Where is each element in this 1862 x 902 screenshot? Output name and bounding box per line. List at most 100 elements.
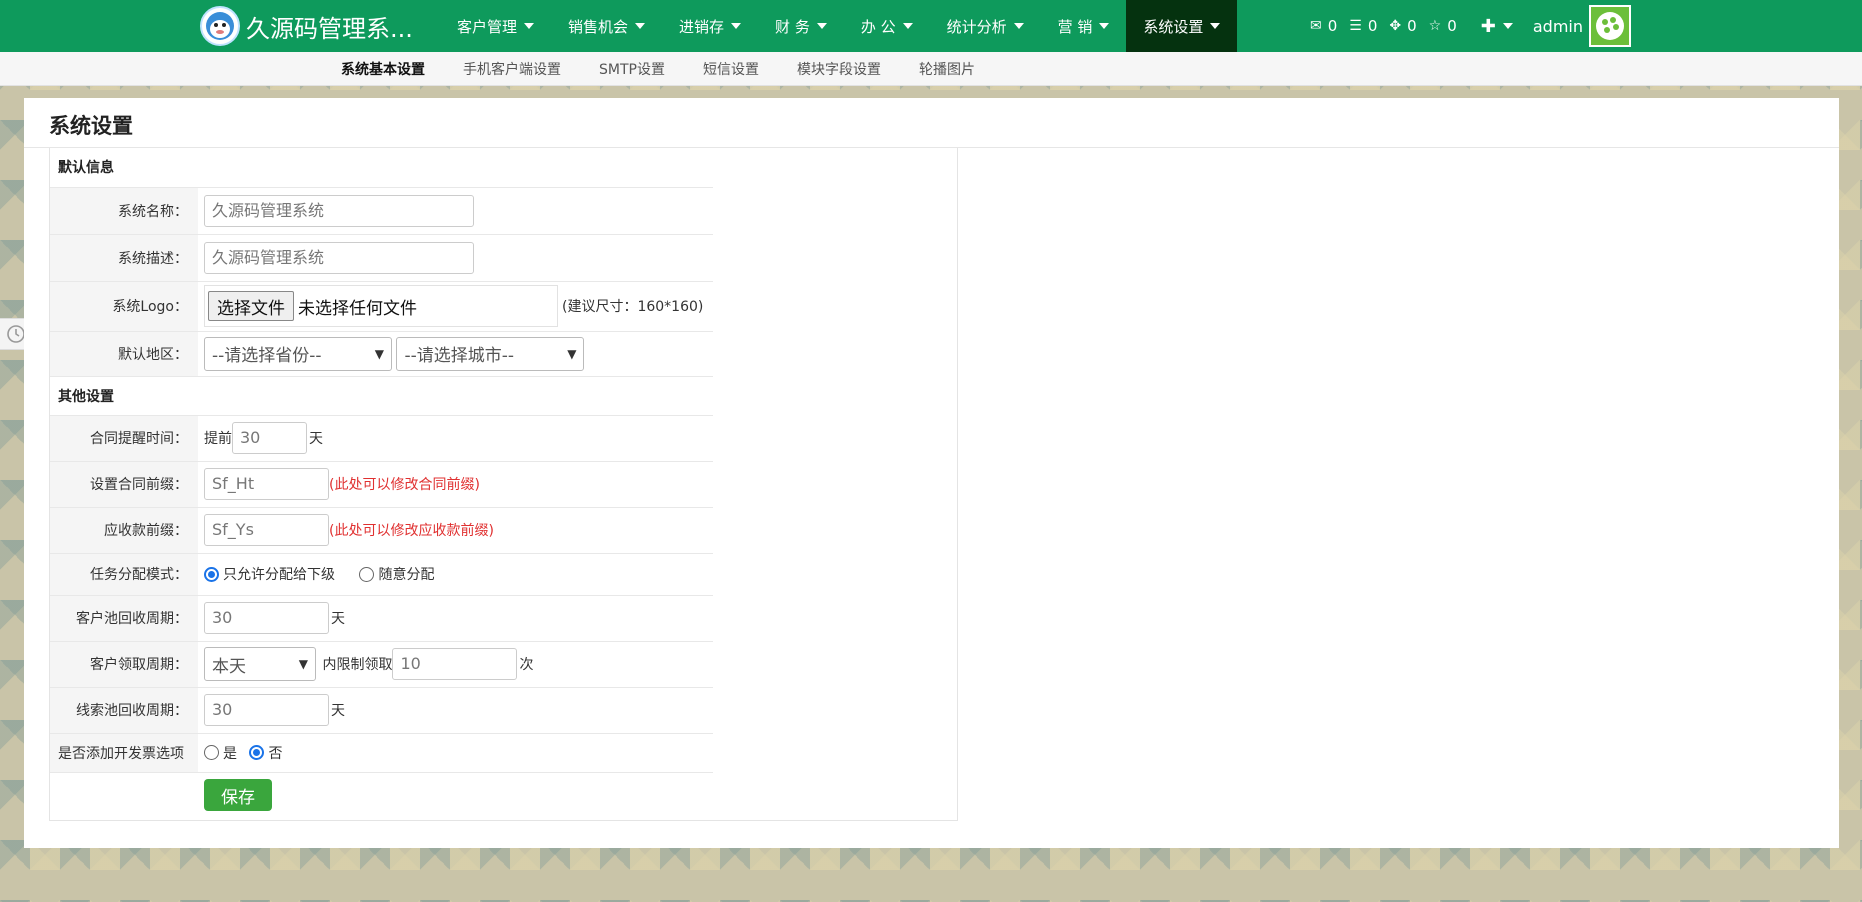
nav-right: ✉ 0 ☰ 0 ✥ 0 ☆ 0 ✚ admin <box>1310 0 1632 52</box>
row-lead-cycle: 线索池回收周期： 30 天 <box>50 687 713 734</box>
menu-label: 客户管理 <box>457 17 518 36</box>
caret-down-icon <box>1502 23 1513 29</box>
menu-label: 营 销 <box>1057 17 1093 36</box>
claim-limit-label: 内限制领取 <box>322 657 393 673</box>
menu-label: 销售机会 <box>568 17 629 36</box>
tab-sms-settings[interactable]: 短信设置 <box>684 52 778 86</box>
lead-cycle-input[interactable]: 30 <box>204 694 329 726</box>
caret-down-icon <box>902 23 913 29</box>
field-label: 客户池回收周期： <box>50 595 198 642</box>
stat-count: 0 <box>1447 17 1457 35</box>
radio-label: 随意分配 <box>378 567 435 583</box>
remind-days-input[interactable]: 30 <box>232 422 307 454</box>
tasks-stat[interactable]: ☰ 0 <box>1349 17 1377 35</box>
row-pool-cycle: 客户池回收周期： 30 天 <box>50 595 713 642</box>
receivable-prefix-input[interactable]: Sf_Ys <box>204 514 329 546</box>
row-invoice-option: 是否添加开发票选项 是 否 <box>50 733 713 773</box>
system-desc-input[interactable]: 久源码管理系统 <box>204 241 474 274</box>
receivable-prefix-note: (此处可以修改应收款前缀) <box>329 523 494 539</box>
menu-office[interactable]: 办 公 <box>844 0 930 52</box>
tab-carousel-images[interactable]: 轮播图片 <box>900 52 994 86</box>
page-title: 系统设置 <box>49 114 133 138</box>
caret-down-icon <box>1210 23 1221 29</box>
menu-finance[interactable]: 财 务 <box>758 0 844 52</box>
menu-opportunity[interactable]: 销售机会 <box>551 0 662 52</box>
section-heading: 默认信息 <box>50 148 713 188</box>
field-label: 是否添加开发票选项 <box>50 733 198 773</box>
task-mode-radio-any[interactable] <box>359 566 375 582</box>
row-system-desc: 系统描述： 久源码管理系统 <box>50 234 713 282</box>
caret-down-icon <box>731 23 742 29</box>
city-select[interactable]: --请选择城市-- ▼ <box>396 336 585 371</box>
claim-period-value: 本天 <box>212 656 246 677</box>
claim-period-select[interactable]: 本天 ▼ <box>204 647 316 681</box>
remind-prefix: 提前 <box>204 431 232 447</box>
invoice-radio-yes[interactable] <box>204 745 219 760</box>
save-button[interactable]: 保存 <box>204 779 272 812</box>
caret-down-icon <box>1013 23 1024 29</box>
brand[interactable]: 久源码管理系... <box>200 5 413 47</box>
row-claim-cycle: 客户领取周期： 本天 ▼ 内限制领取 10 次 <box>50 641 713 688</box>
row-region: 默认地区： --请选择省份-- ▼ --请选择城市-- ▼ <box>50 331 713 377</box>
pool-cycle-input[interactable]: 30 <box>204 602 329 634</box>
row-contract-prefix: 设置合同前缀： Sf_Ht (此处可以修改合同前缀) <box>50 461 713 508</box>
system-name-input[interactable]: 久源码管理系统 <box>204 194 474 227</box>
field-label: 系统描述： <box>50 234 198 282</box>
quick-add-button[interactable]: ✚ <box>1481 16 1513 37</box>
settings-panel: 系统设置 默认信息 系统名称： 久源码管理系统 系统描述： 久源码管理系统 系统… <box>24 98 1839 848</box>
radio-label: 只允许分配给下级 <box>223 567 335 583</box>
stat-count: 0 <box>1367 17 1378 35</box>
contract-prefix-note: (此处可以修改合同前缀) <box>329 477 480 493</box>
tasks-icon: ☰ <box>1349 18 1362 34</box>
menu-label: 财 务 <box>775 17 810 36</box>
unit-label: 天 <box>309 431 323 447</box>
province-select[interactable]: --请选择省份-- ▼ <box>204 336 392 371</box>
chevron-down-icon: ▼ <box>298 657 308 671</box>
field-label: 合同提醒时间： <box>50 415 198 462</box>
username[interactable]: admin <box>1533 17 1583 36</box>
settings-form: 默认信息 系统名称： 久源码管理系统 系统描述： 久源码管理系统 系统Logo：… <box>49 148 958 821</box>
menu-marketing[interactable]: 营 销 <box>1041 0 1127 52</box>
logo-file-input[interactable]: 选择文件 未选择任何文件 <box>204 285 558 327</box>
avatar[interactable] <box>1589 5 1632 47</box>
province-value: --请选择省份-- <box>212 346 322 366</box>
field-label: 线索池回收周期： <box>50 687 198 734</box>
chevron-down-icon: ▼ <box>374 346 384 361</box>
stat-count: 0 <box>1407 17 1417 35</box>
tab-smtp-settings[interactable]: SMTP设置 <box>580 52 684 86</box>
targets-stat[interactable]: ✥ 0 <box>1389 17 1416 35</box>
invoice-radio-no[interactable] <box>249 745 265 760</box>
unit-label: 天 <box>331 703 345 719</box>
tab-mobile-settings[interactable]: 手机客户端设置 <box>444 52 580 86</box>
empty-cell <box>50 772 198 818</box>
menu-inventory[interactable]: 进销存 <box>662 0 758 52</box>
city-value: --请选择城市-- <box>404 346 514 366</box>
field-label: 应收款前缀： <box>50 507 198 554</box>
menu-statistics[interactable]: 统计分析 <box>930 0 1041 52</box>
caret-down-icon <box>1099 23 1110 29</box>
row-receivable-prefix: 应收款前缀： Sf_Ys (此处可以修改应收款前缀) <box>50 507 713 554</box>
task-mode-radio-subordinate[interactable] <box>204 566 219 582</box>
contract-prefix-input[interactable]: Sf_Ht <box>204 468 329 500</box>
section-heading: 其他设置 <box>50 376 713 416</box>
caret-down-icon <box>524 23 535 29</box>
menu-system-settings[interactable]: 系统设置 <box>1126 0 1238 52</box>
choose-file-button[interactable]: 选择文件 <box>208 291 294 321</box>
tab-module-fields[interactable]: 模块字段设置 <box>778 52 900 86</box>
subnav-items: 系统基本设置 手机客户端设置 SMTP设置 短信设置 模块字段设置 轮播图片 <box>322 52 994 86</box>
field-label: 默认地区： <box>50 331 198 377</box>
field-label: 客户领取周期： <box>50 641 198 688</box>
unit-label: 天 <box>331 611 345 627</box>
field-label: 系统Logo： <box>50 281 198 332</box>
crosshair-icon: ✥ <box>1389 18 1402 34</box>
claim-limit-input[interactable]: 10 <box>392 648 518 680</box>
menu-label: 统计分析 <box>946 17 1007 36</box>
chevron-down-icon: ▼ <box>567 346 577 361</box>
tab-basic-settings[interactable]: 系统基本设置 <box>322 52 444 86</box>
messages-stat[interactable]: ✉ 0 <box>1310 17 1337 35</box>
unit-label: 次 <box>519 657 534 673</box>
settings-table: 默认信息 系统名称： 久源码管理系统 系统描述： 久源码管理系统 系统Logo：… <box>50 148 713 818</box>
section-default: 默认信息 <box>50 148 713 188</box>
favorites-stat[interactable]: ☆ 0 <box>1429 17 1457 35</box>
menu-customer[interactable]: 客户管理 <box>440 0 551 52</box>
